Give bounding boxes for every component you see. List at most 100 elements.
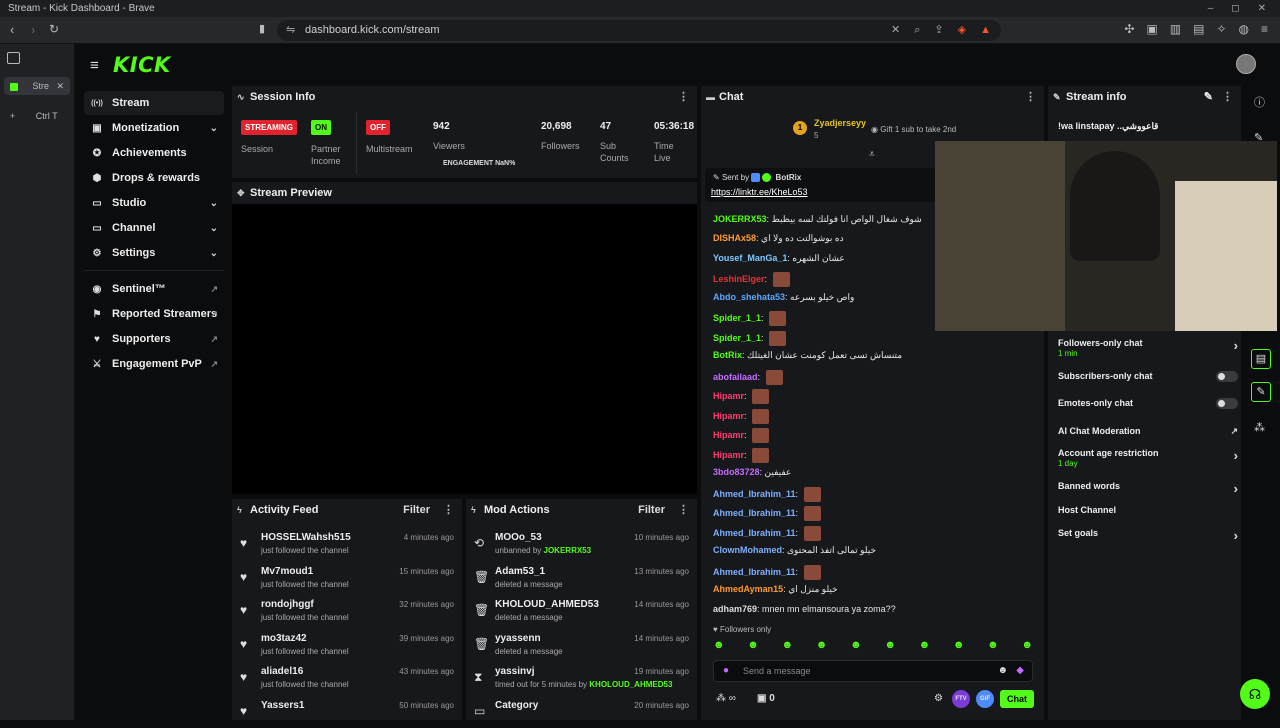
follower-name[interactable]: Yassers1 (261, 700, 304, 711)
mic-icon[interactable]: ● (723, 665, 729, 676)
chat-username[interactable]: Ahmed_Ibrahim_11 (713, 489, 796, 499)
brave-rewards-icon[interactable]: ▲ (980, 20, 991, 41)
mod-target-name[interactable]: yassinvj (495, 666, 534, 677)
vpn-icon[interactable]: ◍ (1239, 22, 1249, 36)
chat-message[interactable]: Yousef_ManGa_1: عشان الشهره (713, 253, 845, 264)
follower-name[interactable]: Mv7moud1 (261, 566, 313, 577)
zoom-icon[interactable]: ⌕ (914, 20, 920, 41)
chat-message[interactable]: ClownMohamed: خيلو تمالى اتفذ المحتوى (713, 545, 876, 556)
gif-button[interactable]: GIF (976, 690, 994, 708)
tab-panel-icon[interactable] (7, 52, 20, 64)
bookmark-icon[interactable]: ▮ (259, 22, 265, 35)
back-icon[interactable]: ‹ (10, 22, 14, 37)
chat-username[interactable]: 3bdo83728 (713, 467, 760, 477)
chat-username[interactable]: Ahmed_Ibrahim_11 (713, 508, 796, 518)
emotes-only-toggle[interactable] (1216, 398, 1238, 409)
chat-username[interactable]: DISHAx58 (713, 233, 756, 243)
emote-icon[interactable]: ☻ (782, 639, 794, 656)
extensions-icon[interactable]: ✣ (1124, 22, 1134, 36)
chat-username[interactable]: AhmedAyman15 (713, 584, 783, 594)
followers-only-setting[interactable]: Followers-only chat 1 min › (1058, 338, 1238, 358)
support-headset-icon[interactable]: ☊ (1240, 679, 1270, 709)
nav-studio[interactable]: ▭ Studio ⌄ (84, 191, 224, 215)
address-bar[interactable]: ⇋ dashboard.kick.com/stream ✕ ⌕ ⇪ ◈ ▲ (277, 20, 1001, 41)
gift-sub-prompt[interactable]: ◉ Gift 1 sub to take 2nd (871, 125, 956, 134)
activity-row[interactable]: ♥ mo3taz42 just followed the channel 39 min… (232, 628, 462, 661)
mod-target-name[interactable]: yyassenn (495, 633, 541, 644)
activity-row[interactable]: ♥ rondojhggf just followed the channel 32 m… (232, 594, 462, 627)
ai-moderation-setting[interactable]: AI Chat Moderation ↗ (1058, 426, 1238, 436)
cast-icon[interactable]: ▣ (1146, 22, 1157, 36)
follower-name[interactable]: aliadel16 (261, 666, 303, 677)
chat-message[interactable]: JOKERRX53: شوف شغال الواص انا فولتك لسه … (713, 214, 922, 225)
hamburger-menu-icon[interactable]: ≡ (90, 57, 99, 74)
chat-message[interactable]: 3bdo83728: عفيفين (713, 467, 791, 478)
activity-row[interactable]: ♥ aliadel16 just followed the channel 43 mi… (232, 661, 462, 694)
gift-counter[interactable]: ▣ 0 (757, 693, 775, 704)
chat-username[interactable]: Hipamr (713, 430, 744, 440)
mod-target-name[interactable]: Adam53_1 (495, 566, 545, 577)
chat-username[interactable]: Hipamr (713, 450, 744, 460)
chat-username[interactable]: BotRix (713, 350, 742, 360)
activity-row[interactable]: ♥ Mv7moud1 just followed the channel 15 min… (232, 561, 462, 594)
mod-action-row[interactable]: ⟲ MOOo_53 unbanned by JOKERRX53 10 minutes … (466, 527, 697, 560)
collapse-pinned-icon[interactable]: ⩡ (869, 149, 875, 160)
nav-supporters[interactable]: ♥ Supporters ↗ (84, 327, 224, 351)
chat-message[interactable]: Hipamr: (713, 448, 770, 463)
chat-username[interactable]: Ahmed_Ibrahim_11 (713, 567, 796, 577)
chat-message[interactable]: Ahmed_Ibrahim_11: (713, 526, 821, 541)
reload-icon[interactable]: ↻ (49, 22, 59, 36)
chat-message[interactable]: Hipamr: (713, 389, 770, 404)
chat-message[interactable]: adham769: mnen mn elmansoura ya zoma?? (713, 604, 896, 614)
mod-action-row[interactable]: 🗑 KHOLOUD_AHMED53 deleted a message 14 minu… (466, 594, 697, 627)
host-channel-setting[interactable]: Host Channel (1058, 505, 1238, 515)
wrench-panel-icon[interactable]: ✎ (1251, 382, 1271, 402)
chat-message[interactable]: Hipamr: (713, 409, 770, 424)
chat-message[interactable]: Spider_1_1: (713, 331, 787, 346)
nav-reported-streamers[interactable]: ⚑ Reported Streamers ↗ (84, 302, 224, 326)
more-options-icon[interactable]: ⋮ (678, 499, 689, 521)
maximize-button[interactable]: ◻ (1231, 0, 1239, 17)
emote-icon[interactable]: ☻ (884, 639, 896, 656)
chat-username[interactable]: ClownMohamed (713, 545, 782, 555)
chat-username[interactable]: abofailaad (713, 372, 758, 382)
menu-icon[interactable]: ≡ (1261, 22, 1268, 36)
emote-icon[interactable]: ☻ (747, 639, 759, 656)
more-options-icon[interactable]: ⋮ (1025, 86, 1036, 108)
ftv-button[interactable]: FTV (952, 690, 970, 708)
tab-close-icon[interactable]: ✕ (56, 77, 64, 95)
chat-username[interactable]: Yousef_ManGa_1 (713, 253, 787, 263)
nav-stream[interactable]: ((•)) Stream (84, 91, 224, 115)
brave-shields-icon[interactable]: ◈ (958, 20, 966, 41)
chat-message[interactable]: Spider_1_1: (713, 311, 787, 326)
nav-monetization[interactable]: ▣ Monetization ⌄ (84, 116, 224, 140)
nav-achievements[interactable]: ✪ Achievements (84, 141, 224, 165)
banned-words-setting[interactable]: Banned words › (1058, 481, 1238, 496)
mod-action-row[interactable]: 🗑 Adam53_1 deleted a message 13 minutes ago (466, 561, 697, 594)
nav-channel[interactable]: ▭ Channel ⌄ (84, 216, 224, 240)
emote-icon[interactable]: ☻ (816, 639, 828, 656)
subscribers-only-setting[interactable]: Subscribers-only chat (1058, 371, 1238, 382)
chat-username[interactable]: adham769 (713, 604, 757, 614)
chat-message[interactable]: abofailaad: (713, 370, 783, 385)
mod-target-name[interactable]: MOOo_53 (495, 532, 542, 543)
nav-settings[interactable]: ⚙ Settings ⌄ (84, 241, 224, 265)
chat-users-indicator[interactable]: ⁂ ∞ (716, 693, 736, 704)
account-age-setting[interactable]: Account age restriction 1 day › (1058, 448, 1238, 468)
forward-icon[interactable]: › (31, 22, 35, 37)
emote-icon[interactable]: ☻ (1021, 639, 1033, 656)
partner-income-badge[interactable]: ON (311, 120, 331, 135)
chat-username[interactable]: LeshinElger (713, 274, 765, 284)
chat-message[interactable]: Ahmed_Ibrahim_11: (713, 487, 821, 502)
subscribers-only-toggle[interactable] (1216, 371, 1238, 382)
activity-filter-button[interactable]: Filter (403, 499, 430, 521)
info-icon[interactable]: ⓘ (1254, 94, 1265, 110)
top-gifter-name[interactable]: Zyadjerseyy (814, 118, 866, 128)
mod-target-name[interactable]: KHOLOUD_AHMED53 (495, 599, 599, 610)
chat-message[interactable]: LeshinElger: (713, 272, 790, 287)
nav-sentinel[interactable]: ◉ Sentinel™ ↗ (84, 277, 224, 301)
user-avatar[interactable] (1236, 54, 1256, 74)
leo-icon[interactable]: ✧ (1216, 22, 1226, 36)
chat-username[interactable]: Hipamr (713, 391, 744, 401)
emote-icon[interactable]: ☻ (953, 639, 965, 656)
